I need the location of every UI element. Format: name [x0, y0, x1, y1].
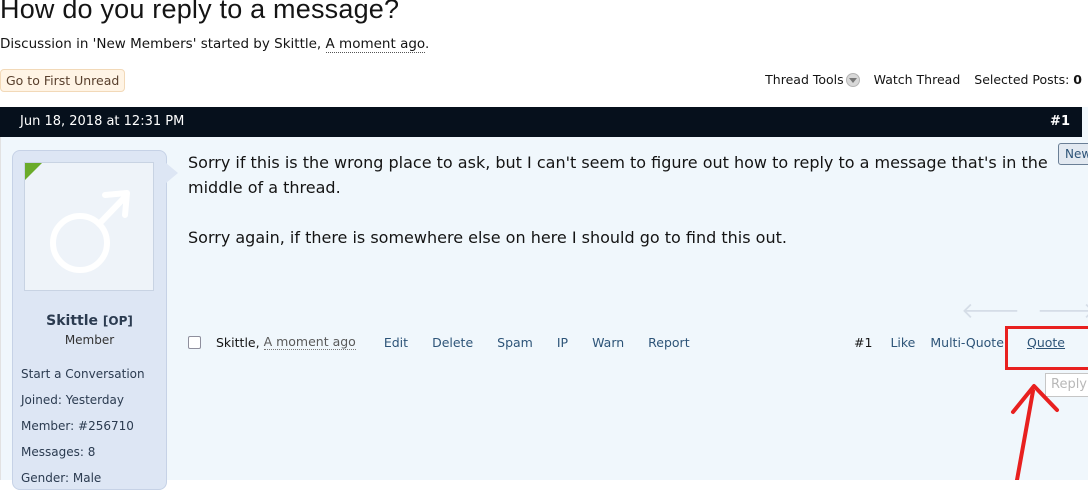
username[interactable]: Skittle [OP] [12, 313, 167, 329]
thread-desc-suffix: . [424, 36, 430, 52]
selected-posts-label: Selected Posts: [974, 72, 1070, 87]
messages-label: Messages: [21, 445, 84, 459]
member-value: #256710 [78, 419, 134, 433]
annotation-highlight-box [1005, 326, 1088, 370]
member-row: Member: #256710 [21, 419, 134, 433]
joined-value: Yesterday [65, 393, 124, 407]
footer-author[interactable]: Skittle, [216, 335, 260, 350]
thread-desc-prefix: Discussion in 'New Members' started by S… [0, 36, 326, 52]
post-message: Sorry if this is the wrong place to ask,… [188, 150, 1068, 275]
thread-description: Discussion in 'New Members' started by S… [0, 36, 430, 53]
thread-tools-label: Thread Tools [765, 72, 844, 87]
multi-quote-link[interactable]: Multi-Quote [930, 335, 1004, 350]
delete-link[interactable]: Delete [432, 335, 473, 350]
thread-title: How do you reply to a message? [0, 0, 400, 24]
post-header-bar: Jun 18, 2018 at 12:31 PM #1 [0, 107, 1082, 137]
edit-link[interactable]: Edit [384, 335, 408, 350]
messages-row: Messages: 8 [21, 445, 95, 459]
ip-link[interactable]: IP [557, 335, 568, 350]
message-paragraph: Sorry again, if there is somewhere else … [188, 228, 787, 247]
post-date: Jun 18, 2018 at 12:31 PM [20, 114, 185, 129]
gender-value: Male [72, 471, 102, 485]
member-label: Member: [21, 419, 75, 433]
post-footer-actions: #1 Like Multi-Quote [854, 333, 1004, 351]
joined-row: Joined: Yesterday [21, 393, 124, 407]
thread-tools-bar: Thread Tools Watch Thread Selected Posts… [765, 72, 1082, 87]
reply-tooltip: Reply [1045, 373, 1088, 397]
avatar[interactable] [24, 162, 154, 291]
thread-start-time[interactable]: A moment ago [325, 36, 425, 53]
start-conversation-link[interactable]: Start a Conversation [21, 367, 145, 381]
like-link[interactable]: Like [890, 335, 915, 350]
go-to-first-unread-button[interactable]: Go to First Unread [0, 69, 126, 92]
dropdown-arrow-icon[interactable] [845, 72, 860, 87]
op-tag: [OP] [102, 314, 133, 328]
post-footer: Skittle, A moment ago Edit Delete Spam I… [188, 333, 714, 351]
watch-thread-link[interactable]: Watch Thread [874, 72, 961, 87]
selected-posts[interactable]: Selected Posts: 0 [974, 72, 1082, 87]
report-link[interactable]: Report [648, 335, 689, 350]
next-post-arrow-icon[interactable]: 🡒 [1037, 301, 1088, 323]
messages-value: 8 [87, 445, 96, 459]
spam-link[interactable]: Spam [497, 335, 533, 350]
message-paragraph: Sorry if this is the wrong place to ask,… [188, 153, 1048, 197]
gender-row: Gender: Male [21, 471, 101, 485]
joined-label: Joined: [21, 393, 62, 407]
gender-label: Gender: [21, 471, 70, 485]
footer-post-number[interactable]: #1 [854, 335, 872, 350]
footer-timestamp[interactable]: A moment ago [263, 334, 356, 350]
previous-post-arrow-icon[interactable]: 🡐 [961, 301, 1020, 323]
selected-posts-count: 0 [1073, 72, 1082, 87]
username-link[interactable]: Skittle [46, 313, 98, 329]
warn-link[interactable]: Warn [592, 335, 624, 350]
user-title: Member [64, 333, 115, 347]
thread-tools-menu[interactable]: Thread Tools [765, 72, 860, 87]
user-panel-pointer [166, 163, 178, 183]
post-number-link[interactable]: #1 [1050, 107, 1070, 137]
male-symbol-icon [50, 190, 130, 273]
select-post-checkbox[interactable] [188, 335, 201, 349]
